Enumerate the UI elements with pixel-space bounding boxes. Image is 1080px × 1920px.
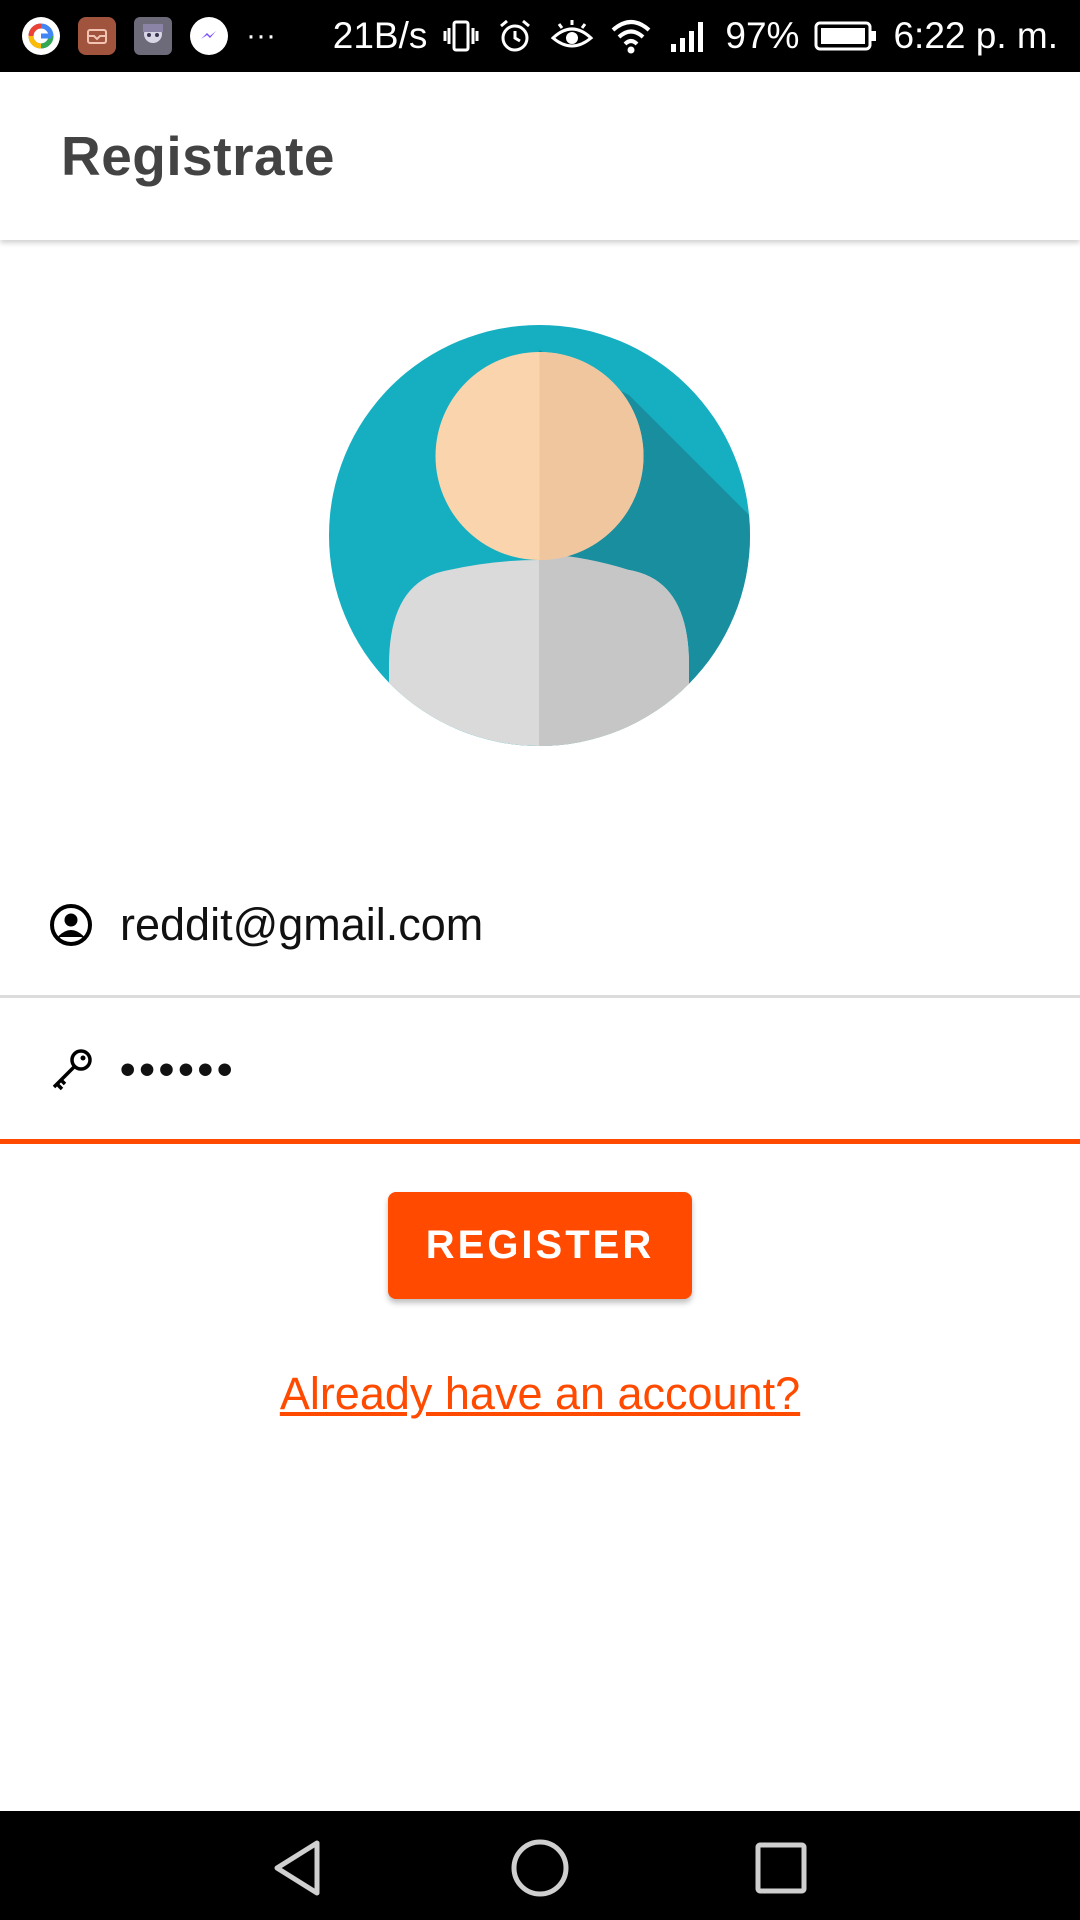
- home-icon[interactable]: [505, 1833, 575, 1903]
- navigation-bar: [0, 1811, 1080, 1920]
- login-link[interactable]: Already have an account?: [0, 1368, 1080, 1420]
- battery-icon: [813, 18, 879, 54]
- password-value: ••••••: [120, 1045, 237, 1094]
- key-icon: [48, 1047, 94, 1093]
- system-indicators: 21B/s 97% 6:22 p. m.: [333, 15, 1058, 57]
- recents-icon[interactable]: [745, 1833, 815, 1903]
- network-speed: 21B/s: [332, 15, 428, 56]
- alarm-icon: [495, 16, 535, 56]
- vibrate-icon: [441, 16, 481, 56]
- email-field[interactable]: reddit@gmail.com: [0, 855, 1080, 998]
- messenger-icon: [190, 17, 228, 55]
- avatar: [329, 325, 750, 746]
- eye-icon: [549, 16, 595, 56]
- signal-icon: [667, 16, 711, 56]
- avatar-illustration: [329, 325, 750, 746]
- status-bar: ··· 21B/s 97% 6:22 p. m.: [0, 0, 1080, 72]
- notification-icons: ···: [22, 17, 276, 55]
- battery-percent: 97%: [725, 15, 800, 56]
- register-button[interactable]: REGISTER: [388, 1192, 692, 1299]
- email-value: reddit@gmail.com: [120, 899, 484, 950]
- app-bar: Registrate: [0, 72, 1080, 240]
- page-title: Registrate: [61, 125, 335, 187]
- anime-avatar-icon: [134, 17, 172, 55]
- back-icon[interactable]: [265, 1833, 335, 1903]
- google-icon: [22, 17, 60, 55]
- mail-icon: [78, 17, 116, 55]
- screen: ··· 21B/s 97% 6:22 p. m. Registrate redd…: [0, 0, 1080, 1920]
- overflow-dots: ···: [246, 19, 276, 52]
- clock: 6:22 p. m.: [893, 15, 1058, 56]
- password-field[interactable]: ••••••: [0, 1001, 1080, 1144]
- wifi-icon: [609, 16, 653, 56]
- account-circle-icon: [48, 902, 94, 948]
